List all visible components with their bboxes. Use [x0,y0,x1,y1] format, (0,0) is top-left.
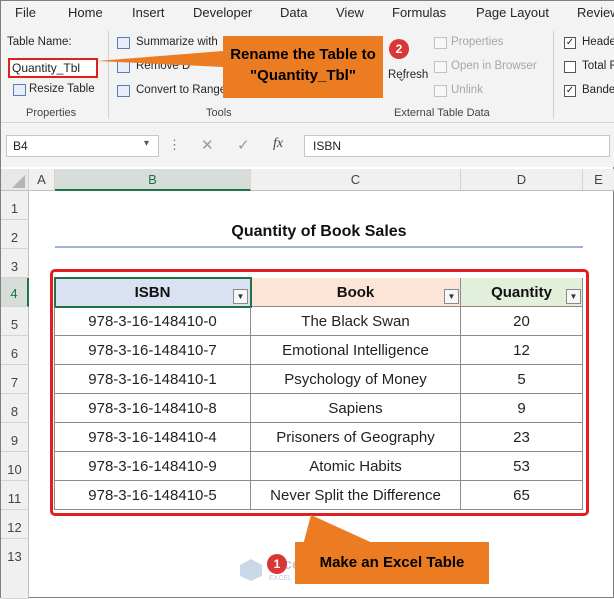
summarize-pivot-button[interactable]: Summarize with [136,36,218,48]
row-header[interactable]: 10 [1,452,29,481]
name-box[interactable]: B4 [6,135,159,157]
row-header[interactable]: 6 [1,336,29,365]
function-icon[interactable]: fx [273,136,283,152]
ribbon-separator [553,31,554,119]
row-header[interactable]: 12 [1,510,29,539]
formula-bar: B4 ▾ ⋮ ✕ ✓ fx ISBN [1,123,614,167]
menu-home[interactable]: Home [68,5,103,20]
tools-group-label: Tools [206,107,232,119]
formula-input[interactable]: ISBN [304,135,610,157]
table-name-label: Table Name: [7,36,72,48]
menu-developer[interactable]: Developer [193,5,252,20]
refresh-button[interactable]: Refresh [388,69,428,81]
total-row-label: Total R [582,60,614,72]
make-table-callout: Make an Excel Table [295,542,489,584]
banded-rows-checkbox[interactable]: ✓ [564,85,576,97]
row-header[interactable]: 11 [1,481,29,510]
column-header-b[interactable]: B [55,169,251,191]
unlink-icon [434,85,447,97]
more-options-icon: ⋮ [168,137,181,152]
row-header[interactable]: 13 [1,539,29,599]
select-all-corner[interactable] [1,169,29,191]
header-row-label: Heade [582,36,614,48]
row-header[interactable]: 9 [1,423,29,452]
table-highlight-box [50,269,589,516]
sheet-title: Quantity of Book Sales [231,223,407,240]
rename-callout-arrow [97,51,223,67]
properties-group-label: Properties [26,107,77,119]
menu-page-layout[interactable]: Page Layout [476,5,549,20]
external-properties-button[interactable]: Properties [451,36,503,48]
external-group-label: External Table Data [394,107,490,119]
menu-file[interactable]: File [15,5,36,20]
cancel-icon[interactable]: ✕ [201,136,214,154]
rename-callout: Rename the Table to "Quantity_Tbl" [223,36,383,98]
table-name-input[interactable]: Quantity_Tbl [8,58,98,78]
menu-review[interactable]: Review [577,5,614,20]
column-header-c[interactable]: C [251,169,461,191]
banded-rows-label: Bande [582,84,614,96]
menu-formulas[interactable]: Formulas [392,5,446,20]
header-row-checkbox[interactable]: ✓ [564,37,576,49]
unlink-button[interactable]: Unlink [451,84,483,96]
open-browser-icon [434,61,447,73]
row-header[interactable]: 5 [1,307,29,336]
row-header[interactable]: 3 [1,249,29,278]
menu-bar: File Home Insert Developer Data View For… [1,1,614,27]
column-header-e[interactable]: E [583,169,614,191]
pivot-table-icon [117,37,130,49]
resize-table-icon [13,84,26,96]
enter-icon[interactable]: ✓ [237,136,250,154]
title-underline [55,246,583,248]
row-header[interactable]: 1 [1,191,29,220]
row-header[interactable]: 2 [1,220,29,249]
watermark-logo-icon [240,559,262,581]
menu-data[interactable]: Data [280,5,307,20]
convert-to-range-button[interactable]: Convert to Range [136,84,226,96]
properties-icon [434,37,447,49]
column-header-d[interactable]: D [461,169,583,191]
column-header-a[interactable]: A [29,169,55,191]
name-box-dropdown-icon[interactable]: ▾ [144,138,149,149]
row-header[interactable]: 7 [1,365,29,394]
open-in-browser-button[interactable]: Open in Browser [451,60,537,72]
ribbon-separator [108,31,109,119]
menu-insert[interactable]: Insert [132,5,165,20]
total-row-checkbox[interactable] [564,61,576,73]
step-2-badge: 2 [389,39,409,59]
step-1-badge: 1 [267,554,287,574]
convert-range-icon [117,85,130,97]
resize-table-button[interactable]: Resize Table [29,83,95,95]
menu-view[interactable]: View [336,5,364,20]
row-header[interactable]: 4 [1,278,29,307]
row-header[interactable]: 8 [1,394,29,423]
